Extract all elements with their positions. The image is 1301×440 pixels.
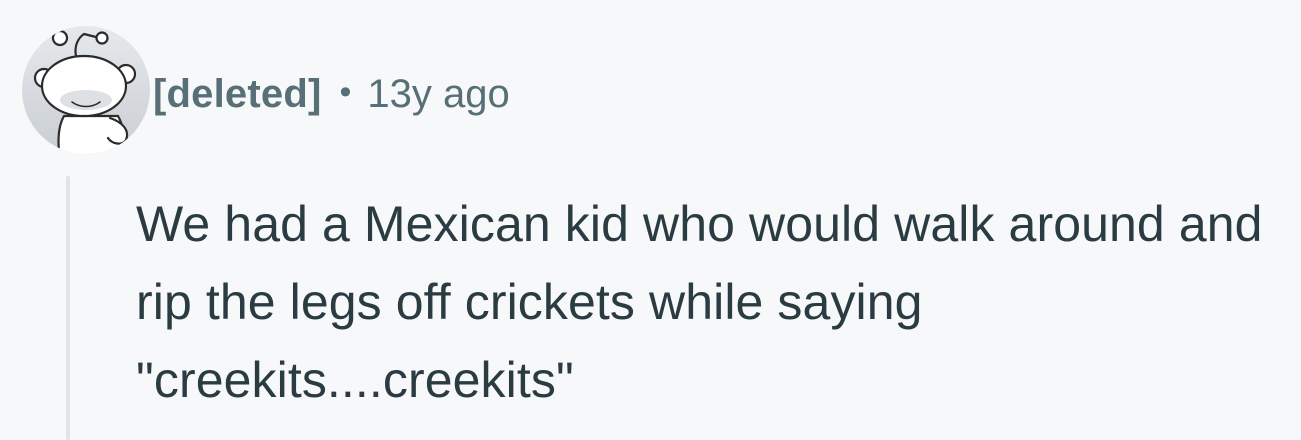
comment-timestamp[interactable]: 13y ago xyxy=(367,72,509,117)
comment-meta: [deleted] • 13y ago xyxy=(153,68,510,120)
thread-line[interactable] xyxy=(66,176,70,440)
author-link[interactable]: [deleted] xyxy=(153,72,321,117)
comment: [deleted] • 13y ago We had a Mexican kid… xyxy=(0,0,1301,440)
snoo-avatar-icon[interactable] xyxy=(22,26,150,154)
meta-separator: • xyxy=(339,72,352,111)
comment-body: We had a Mexican kid who would walk arou… xyxy=(136,196,1263,408)
